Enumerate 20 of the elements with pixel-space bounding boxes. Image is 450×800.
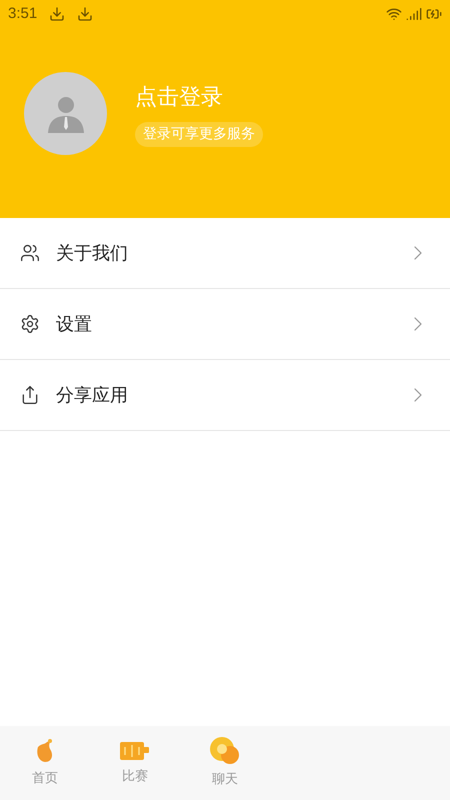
menu-label: 关于我们 bbox=[56, 242, 128, 266]
nav-tab[interactable]: 聊天 bbox=[209, 736, 241, 790]
download-icon bbox=[77, 6, 94, 22]
menu-item[interactable]: 设置 bbox=[0, 289, 450, 360]
menu-item[interactable]: 关于我们 bbox=[0, 218, 450, 289]
status-time: 3:51 bbox=[8, 4, 38, 24]
menu-label: 设置 bbox=[56, 312, 92, 336]
download-icon bbox=[49, 6, 66, 22]
menu-label: 分享应用 bbox=[56, 384, 128, 408]
wifi-icon bbox=[386, 6, 402, 22]
share-icon bbox=[20, 385, 40, 405]
signal-icon bbox=[406, 6, 422, 22]
login-title[interactable]: 点击登录 bbox=[135, 80, 223, 114]
nav-tab[interactable]: 比赛 bbox=[119, 739, 151, 787]
login-hint: 登录可享更多服务 bbox=[135, 122, 263, 146]
menu-item[interactable]: 分享应用 bbox=[0, 360, 450, 431]
nav-tab[interactable]: 首页 bbox=[32, 737, 58, 789]
settings-icon bbox=[20, 314, 40, 334]
chat-bubbles-icon bbox=[209, 736, 241, 766]
people-icon bbox=[20, 243, 40, 263]
